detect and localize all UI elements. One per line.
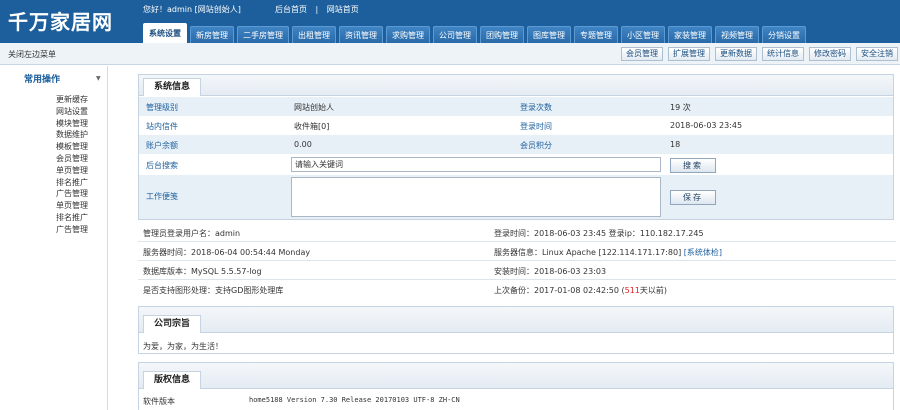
top-links: 后台首页 | 网站首页 <box>275 4 365 15</box>
chevron-down-icon[interactable]: ▼ <box>96 75 101 82</box>
label-balance: 账户余额 <box>146 141 178 150</box>
last-backup: 上次备份：2017-01-08 02:42:50 (511天以前) <box>494 285 667 296</box>
logout-button[interactable]: 安全注销 <box>856 47 898 61</box>
server-info-text: 服务器信息：Linux Apache [122.114.171.17:80] <box>494 248 682 257</box>
divider <box>138 260 896 261</box>
panel-header: 公司宗旨 <box>139 307 893 333</box>
sidebar-title: 常用操作 <box>24 75 61 85</box>
label-memo: 工作便笺 <box>146 192 178 201</box>
info-row: 管理级别 网站创始人 登录次数 19 次 <box>139 97 893 116</box>
db-version: 数据库版本：MySQL 5.5.57-log <box>143 267 262 276</box>
server-info: 服务器信息：Linux Apache [122.114.171.17:80] [… <box>494 247 722 258</box>
value-login-time: 2018-06-03 23:45 <box>670 121 743 130</box>
save-button[interactable]: 保存 <box>670 190 716 205</box>
sidebar-menu: 更新缓存 网站设置 模块管理 数据维护 模板管理 会员管理 单页管理 排名推广 … <box>56 94 88 236</box>
sidebar: 常用操作 ▼ 更新缓存 网站设置 模块管理 数据维护 模板管理 会员管理 单页管… <box>0 66 108 410</box>
change-password-button[interactable]: 修改密码 <box>809 47 851 61</box>
tab-distribution[interactable]: 分销设置 <box>762 26 806 43</box>
header: 千万家居网 您好！admin [网站创始人] 后台首页 | 网站首页 系统设置 … <box>0 0 900 43</box>
value-inbox[interactable]: 收件箱[0] <box>294 121 329 132</box>
tab-news[interactable]: 资讯管理 <box>339 26 383 43</box>
sidebar-item-ranking[interactable]: 排名推广 <box>56 177 88 189</box>
statistics-button[interactable]: 统计信息 <box>762 47 804 61</box>
link-separator: | <box>315 5 319 14</box>
sidebar-item-ranking-2[interactable]: 排名推广 <box>56 212 88 224</box>
site-logo: 千万家居网 <box>8 10 113 34</box>
value-login-count: 19 次 <box>670 103 691 112</box>
label-login-time: 登录时间 <box>520 122 552 131</box>
tab-topics[interactable]: 专题管理 <box>574 26 618 43</box>
sidebar-item-members[interactable]: 会员管理 <box>56 153 88 165</box>
tab-rentals[interactable]: 出租管理 <box>292 26 336 43</box>
panel-title: 公司宗旨 <box>143 315 202 333</box>
label-login-count: 登录次数 <box>520 103 552 112</box>
server-time: 服务器时间：2018-06-04 00:54:44 Monday <box>143 248 311 257</box>
info-row: 账户余额 0.00 会员积分 18 <box>139 135 893 154</box>
tab-group-buy[interactable]: 团购管理 <box>480 26 524 43</box>
panel-header: 系统信息 <box>139 75 893 96</box>
info-row: 站内信件 收件箱[0] 登录时间 2018-06-03 23:45 <box>139 116 893 135</box>
graphics-support: 是否支持图形处理：支持GD图形处理库 <box>143 286 284 295</box>
tab-system-settings[interactable]: 系统设置 <box>143 23 187 43</box>
search-input[interactable]: 请输入关键词 <box>291 157 661 172</box>
sidebar-item-ads[interactable]: 广告管理 <box>56 188 88 200</box>
install-time: 安装时间：2018-06-03 23:03 <box>494 267 607 276</box>
software-version-label: 软件版本 <box>143 397 175 406</box>
company-motto: 为爱，为家，为生活！ <box>143 342 223 351</box>
sidebar-item-data-maintenance[interactable]: 数据维护 <box>56 129 88 141</box>
sidebar-item-update-cache[interactable]: 更新缓存 <box>56 94 88 106</box>
last-backup-prefix: 上次备份：2017-01-08 02:42:50 ( <box>494 286 625 295</box>
tab-decoration[interactable]: 家装管理 <box>668 26 712 43</box>
label-search: 后台搜索 <box>146 161 178 170</box>
value-points: 18 <box>670 140 681 149</box>
sub-toolbar: 关闭左边菜单 会员管理 扩展管理 更新数据 统计信息 修改密码 安全注销 <box>0 43 900 65</box>
login-time-ip: 登录时间：2018-06-03 23:45 登录ip：110.182.17.24… <box>494 229 704 238</box>
system-check-link[interactable]: [系统体检] <box>684 248 722 257</box>
link-admin-home[interactable]: 后台首页 <box>275 5 307 14</box>
extension-management-button[interactable]: 扩展管理 <box>668 47 710 61</box>
last-backup-suffix: 天以前) <box>639 286 668 295</box>
software-version-value: home5188 Version 7.30 Release 20170103 U… <box>249 396 460 404</box>
tab-video[interactable]: 视频管理 <box>715 26 759 43</box>
label-points: 会员积分 <box>520 141 552 150</box>
divider <box>138 279 896 280</box>
label-admin-level: 管理级别 <box>146 103 178 112</box>
search-row: 后台搜索 请输入关键词 搜索 <box>139 155 893 175</box>
panel-title: 系统信息 <box>143 78 202 96</box>
tab-wanted[interactable]: 求购管理 <box>386 26 430 43</box>
divider <box>138 241 896 242</box>
sidebar-item-single-pages[interactable]: 单页管理 <box>56 165 88 177</box>
system-info-panel: 系统信息 管理级别 网站创始人 登录次数 19 次 站内信件 收件箱[0] 登录… <box>138 74 894 220</box>
panel-header: 版权信息 <box>139 363 893 389</box>
update-data-button[interactable]: 更新数据 <box>715 47 757 61</box>
tab-second-hand[interactable]: 二手房管理 <box>237 26 289 43</box>
tab-gallery[interactable]: 图库管理 <box>527 26 571 43</box>
main-tabs: 系统设置 新房管理 二手房管理 出租管理 资讯管理 求购管理 公司管理 团购管理… <box>143 23 809 43</box>
tab-company[interactable]: 公司管理 <box>433 26 477 43</box>
sidebar-item-templates[interactable]: 模板管理 <box>56 141 88 153</box>
value-admin-level: 网站创始人 <box>294 103 334 112</box>
backup-days-count: 511 <box>624 286 640 295</box>
sub-toolbar-buttons: 会员管理 扩展管理 更新数据 统计信息 修改密码 安全注销 <box>616 47 898 61</box>
memo-textarea[interactable] <box>291 177 661 217</box>
greeting-text: 您好！admin [网站创始人] <box>143 5 241 14</box>
sidebar-item-modules[interactable]: 模块管理 <box>56 118 88 130</box>
label-inbox: 站内信件 <box>146 122 178 131</box>
company-panel: 公司宗旨 为爱，为家，为生活！ <box>138 306 894 354</box>
memo-row: 工作便笺 保存 <box>139 175 893 219</box>
tab-new-homes[interactable]: 新房管理 <box>190 26 234 43</box>
close-left-menu-link[interactable]: 关闭左边菜单 <box>8 49 56 60</box>
copyright-panel: 版权信息 软件版本 home5188 Version 7.30 Release … <box>138 362 894 410</box>
sidebar-item-ads-2[interactable]: 广告管理 <box>56 224 88 236</box>
admin-username: 管理员登录用户名：admin <box>143 229 241 238</box>
tab-communities[interactable]: 小区管理 <box>621 26 665 43</box>
link-site-home[interactable]: 网站首页 <box>327 5 359 14</box>
member-management-button[interactable]: 会员管理 <box>621 47 663 61</box>
sidebar-item-site-settings[interactable]: 网站设置 <box>56 106 88 118</box>
search-button[interactable]: 搜索 <box>670 158 716 173</box>
sidebar-item-single-pages-2[interactable]: 单页管理 <box>56 200 88 212</box>
panel-title: 版权信息 <box>143 371 202 389</box>
value-balance: 0.00 <box>294 140 312 149</box>
